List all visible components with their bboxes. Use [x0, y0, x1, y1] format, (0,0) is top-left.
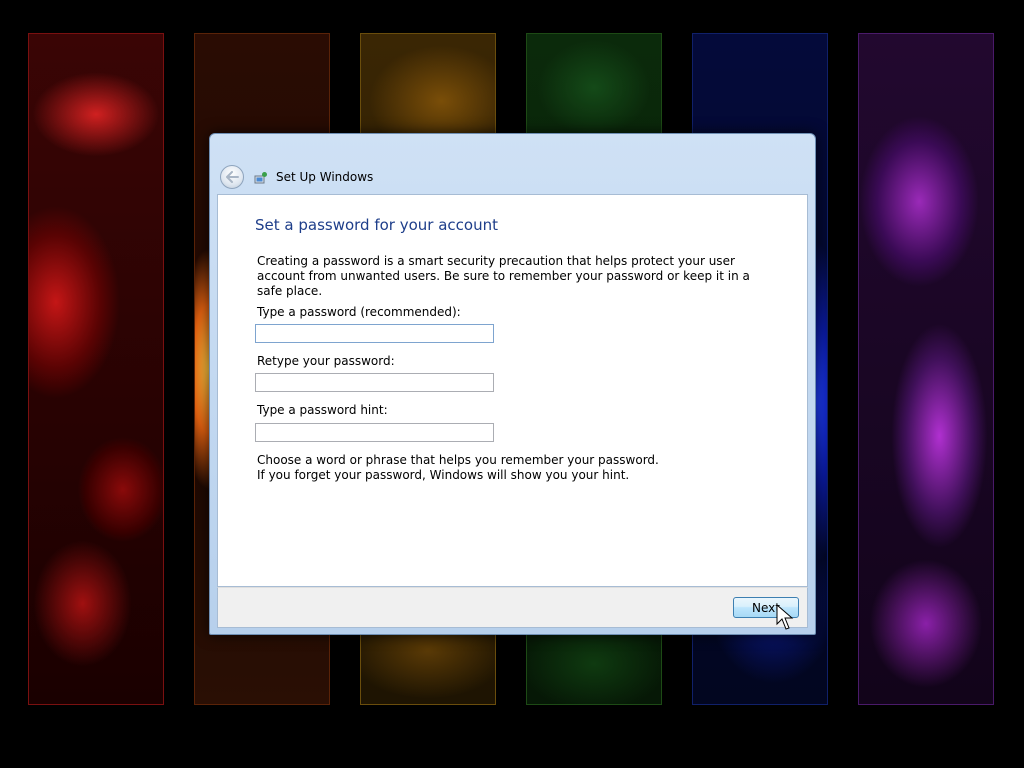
- page-heading: Set a password for your account: [255, 216, 498, 234]
- hint-help-line-1: Choose a word or phrase that helps you r…: [257, 453, 659, 467]
- retype-password-field[interactable]: [255, 373, 494, 392]
- back-button[interactable]: [220, 165, 244, 189]
- footer-bar: Next: [217, 587, 808, 628]
- setup-window: Set Up Windows Set a password for your a…: [209, 133, 816, 635]
- password-hint-label: Type a password hint:: [257, 403, 388, 417]
- retype-password-label: Retype your password:: [257, 354, 395, 368]
- mouse-cursor-icon: [776, 604, 794, 630]
- password-label: Type a password (recommended):: [257, 305, 461, 319]
- setup-icon: [254, 171, 268, 185]
- title-bar: Set Up Windows: [210, 134, 815, 194]
- hint-help-line-2: If you forget your password, Windows wil…: [257, 468, 630, 482]
- wallpaper-panel-red: [28, 33, 164, 705]
- back-arrow-icon: [226, 171, 239, 183]
- password-hint-field[interactable]: [255, 423, 494, 442]
- page-description: Creating a password is a smart security …: [257, 254, 750, 298]
- password-field[interactable]: [255, 324, 494, 343]
- window-title: Set Up Windows: [276, 170, 374, 184]
- hint-help-text: Choose a word or phrase that helps you r…: [257, 453, 777, 483]
- content-area: Set a password for your account Creating…: [217, 194, 808, 587]
- wallpaper-panel-purple: [858, 33, 994, 705]
